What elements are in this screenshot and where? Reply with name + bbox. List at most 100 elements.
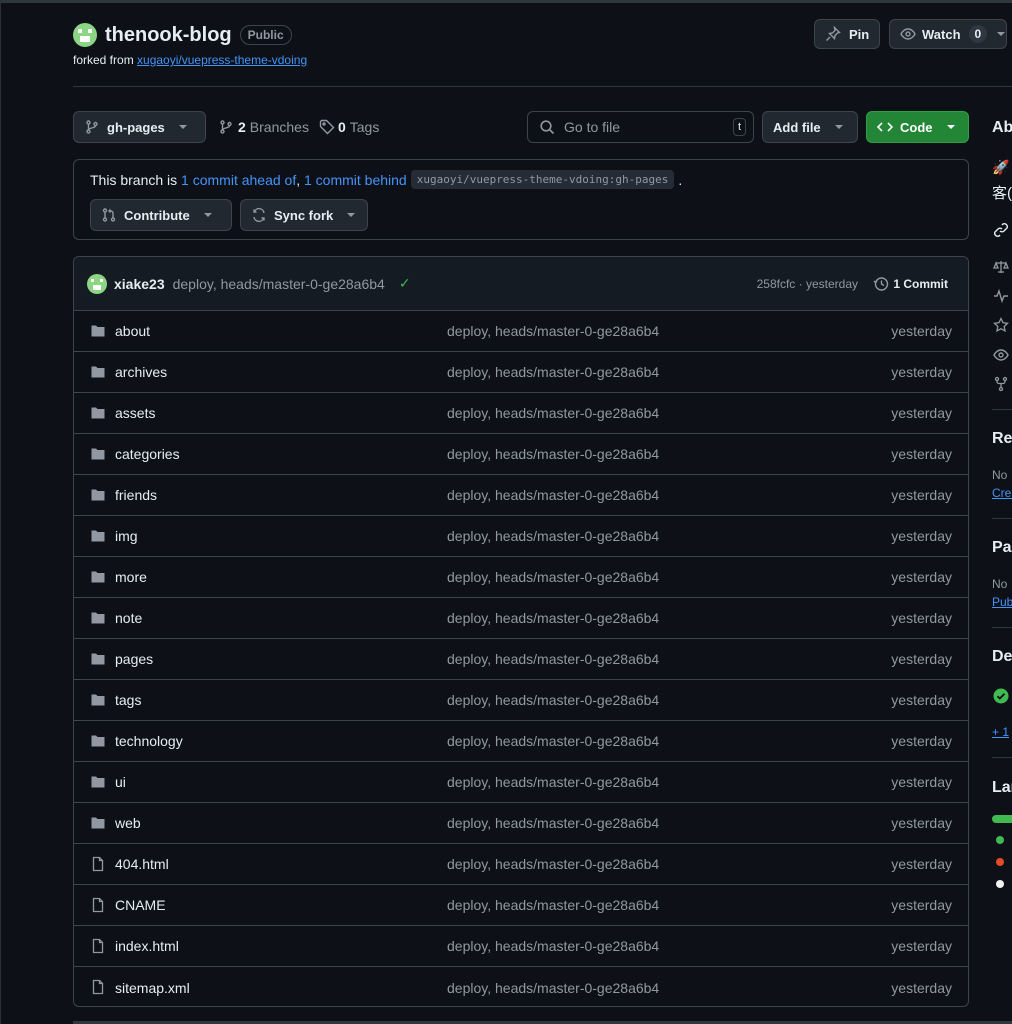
tags-link[interactable]: 0 Tags bbox=[335, 119, 379, 135]
file-name-link[interactable]: sitemap.xml bbox=[115, 980, 190, 996]
file-name-link[interactable]: tags bbox=[115, 692, 141, 708]
file-row[interactable]: tags deploy, heads/master-0-ge28a6b4 yeste… bbox=[74, 680, 968, 721]
fork-icon bbox=[993, 376, 1009, 392]
file-commit-message-link[interactable]: deploy, heads/master-0-ge28a6b4 bbox=[447, 692, 659, 708]
deployments-heading[interactable]: De bbox=[992, 648, 1012, 666]
sync-fork-button[interactable]: Sync fork bbox=[240, 199, 368, 231]
create-release-link[interactable]: Crea bbox=[992, 486, 1012, 500]
add-file-button[interactable]: Add file bbox=[762, 111, 858, 143]
file-row[interactable]: categories deploy, heads/master-0-ge28a6b… bbox=[74, 434, 968, 475]
commits-behind-link[interactable]: 1 commit behind bbox=[304, 172, 407, 188]
packages-heading[interactable]: Pac bbox=[992, 539, 1012, 557]
repo-name-link[interactable]: thenook-blog bbox=[105, 24, 232, 47]
commit-message-link[interactable]: deploy, heads/master-0-ge28a6b4 bbox=[173, 276, 385, 292]
file-row[interactable]: technology deploy, heads/master-0-ge28a6b… bbox=[74, 721, 968, 762]
file-commit-message-link[interactable]: deploy, heads/master-0-ge28a6b4 bbox=[447, 323, 659, 339]
go-to-file-input[interactable]: Go to file t bbox=[527, 111, 754, 143]
file-name-link[interactable]: categories bbox=[115, 446, 180, 462]
file-name-link[interactable]: pages bbox=[115, 651, 153, 667]
more-deployments-link[interactable]: + 1 bbox=[992, 725, 1009, 739]
file-commit-message-link[interactable]: deploy, heads/master-0-ge28a6b4 bbox=[447, 446, 659, 462]
folder-icon bbox=[90, 733, 106, 752]
file-commit-message-link[interactable]: deploy, heads/master-0-ge28a6b4 bbox=[447, 938, 659, 954]
commit-history-link[interactable]: 1 Commit bbox=[873, 276, 948, 292]
file-name-link[interactable]: archives bbox=[115, 364, 167, 380]
file-name-link[interactable]: about bbox=[115, 323, 150, 339]
file-row[interactable]: pages deploy, heads/master-0-ge28a6b4 yest… bbox=[74, 639, 968, 680]
folder-icon bbox=[90, 569, 106, 588]
star-icon bbox=[993, 316, 1009, 333]
file-row[interactable]: note deploy, heads/master-0-ge28a6b4 yeste… bbox=[74, 598, 968, 639]
publish-package-link[interactable]: Pub bbox=[992, 595, 1012, 609]
file-commit-message-link[interactable]: deploy, heads/master-0-ge28a6b4 bbox=[447, 774, 659, 790]
file-name-link[interactable]: CNAME bbox=[115, 897, 166, 913]
releases-heading[interactable]: Rel bbox=[992, 430, 1012, 448]
file-commit-age: yesterday bbox=[891, 651, 952, 667]
file-row[interactable]: 404.html deploy, heads/master-0-ge28a6b4 y… bbox=[74, 844, 968, 885]
branches-link[interactable]: 2 Branches bbox=[234, 119, 309, 135]
file-name-link[interactable]: note bbox=[115, 610, 142, 626]
file-commit-age: yesterday bbox=[891, 856, 952, 872]
file-row[interactable]: index.html deploy, heads/master-0-ge28a6b… bbox=[74, 926, 968, 967]
pin-button[interactable]: Pin bbox=[814, 19, 881, 49]
file-commit-message-link[interactable]: deploy, heads/master-0-ge28a6b4 bbox=[447, 405, 659, 421]
file-name-link[interactable]: 404.html bbox=[115, 856, 169, 872]
code-button[interactable]: Code bbox=[866, 111, 969, 143]
folder-icon bbox=[90, 364, 106, 383]
file-name-link[interactable]: technology bbox=[115, 733, 183, 749]
contribute-button[interactable]: Contribute bbox=[90, 199, 232, 231]
file-row[interactable]: img deploy, heads/master-0-ge28a6b4 yester… bbox=[74, 516, 968, 557]
watch-button[interactable]: Watch 0 bbox=[889, 19, 1007, 49]
file-row[interactable]: web deploy, heads/master-0-ge28a6b4 yester… bbox=[74, 803, 968, 844]
file-row[interactable]: sitemap.xml deploy, heads/master-0-ge28a6… bbox=[74, 967, 968, 1006]
commits-ahead-link[interactable]: 1 commit ahead of bbox=[181, 172, 296, 188]
file-name-link[interactable]: assets bbox=[115, 405, 155, 421]
check-icon[interactable]: ✓ bbox=[399, 275, 411, 292]
chevron-down-icon[interactable] bbox=[997, 32, 1006, 36]
file-commit-message-link[interactable]: deploy, heads/master-0-ge28a6b4 bbox=[447, 980, 659, 996]
file-row[interactable]: ui deploy, heads/master-0-ge28a6b4 yesterd… bbox=[74, 762, 968, 803]
pin-label: Pin bbox=[849, 26, 870, 42]
file-commit-message-link[interactable]: deploy, heads/master-0-ge28a6b4 bbox=[447, 528, 659, 544]
file-name-link[interactable]: more bbox=[115, 569, 147, 585]
file-commit-age: yesterday bbox=[891, 405, 952, 421]
folder-icon bbox=[90, 528, 106, 547]
file-icon bbox=[90, 979, 106, 998]
file-name-link[interactable]: img bbox=[115, 528, 138, 544]
file-commit-message-link[interactable]: deploy, heads/master-0-ge28a6b4 bbox=[447, 856, 659, 872]
file-name-link[interactable]: index.html bbox=[115, 938, 179, 954]
file-row[interactable]: more deploy, heads/master-0-ge28a6b4 yeste… bbox=[74, 557, 968, 598]
author-avatar[interactable] bbox=[87, 273, 107, 294]
language-color-dot[interactable] bbox=[996, 880, 1004, 888]
file-row[interactable]: about deploy, heads/master-0-ge28a6b4 yest… bbox=[74, 311, 968, 352]
link-icon[interactable] bbox=[993, 222, 1009, 238]
file-name-link[interactable]: friends bbox=[115, 487, 157, 503]
file-row[interactable]: friends deploy, heads/master-0-ge28a6b4 ye… bbox=[74, 475, 968, 516]
file-commit-message-link[interactable]: deploy, heads/master-0-ge28a6b4 bbox=[447, 364, 659, 380]
folder-icon bbox=[90, 651, 106, 670]
file-commit-message-link[interactable]: deploy, heads/master-0-ge28a6b4 bbox=[447, 897, 659, 913]
forked-from-link[interactable]: xugaoyi/vuepress-theme-vdoing bbox=[137, 53, 307, 67]
file-commit-message-link[interactable]: deploy, heads/master-0-ge28a6b4 bbox=[447, 487, 659, 503]
check-circle-icon[interactable] bbox=[993, 688, 1009, 704]
file-commit-message-link[interactable]: deploy, heads/master-0-ge28a6b4 bbox=[447, 651, 659, 667]
commit-hash-time[interactable]: 258fcfc · yesterday bbox=[757, 277, 858, 291]
file-commit-message-link[interactable]: deploy, heads/master-0-ge28a6b4 bbox=[447, 569, 659, 585]
file-name-link[interactable]: web bbox=[115, 815, 141, 831]
file-commit-message-link[interactable]: deploy, heads/master-0-ge28a6b4 bbox=[447, 815, 659, 831]
branch-select-button[interactable]: gh-pages bbox=[73, 111, 206, 143]
commit-author-link[interactable]: xiake23 bbox=[114, 276, 165, 292]
language-color-dot[interactable] bbox=[996, 836, 1004, 844]
file-row[interactable]: assets deploy, heads/master-0-ge28a6b4 yes… bbox=[74, 393, 968, 434]
branches-count: 2 bbox=[238, 119, 246, 135]
owner-avatar[interactable] bbox=[73, 23, 97, 47]
forked-prefix: forked from bbox=[73, 53, 134, 67]
file-row[interactable]: CNAME deploy, heads/master-0-ge28a6b4 yest… bbox=[74, 885, 968, 926]
file-row[interactable]: archives deploy, heads/master-0-ge28a6b4 y… bbox=[74, 352, 968, 393]
contribute-label: Contribute bbox=[124, 207, 190, 223]
file-commit-message-link[interactable]: deploy, heads/master-0-ge28a6b4 bbox=[447, 733, 659, 749]
language-color-dot[interactable] bbox=[996, 858, 1004, 866]
watch-label: Watch bbox=[922, 26, 961, 42]
file-commit-message-link[interactable]: deploy, heads/master-0-ge28a6b4 bbox=[447, 610, 659, 626]
file-name-link[interactable]: ui bbox=[115, 774, 126, 790]
